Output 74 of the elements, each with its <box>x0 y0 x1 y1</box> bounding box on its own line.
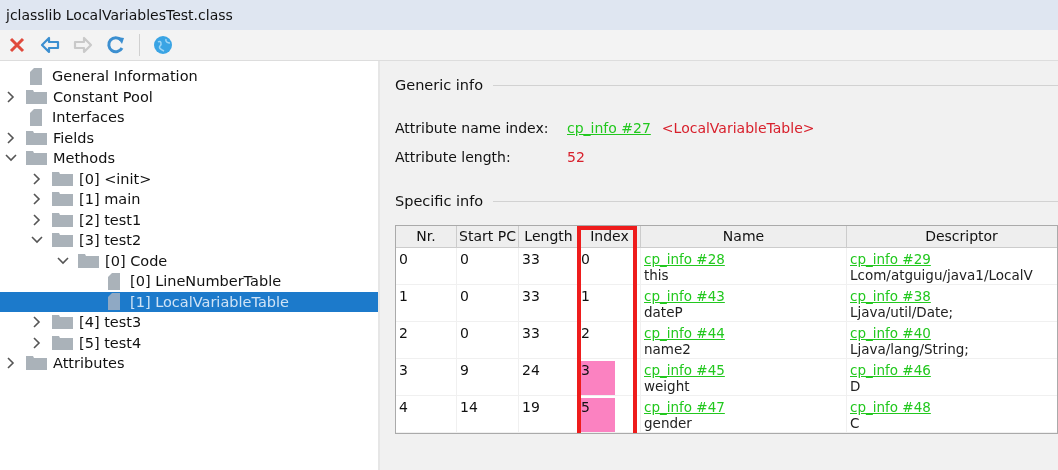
folder-icon <box>52 335 73 350</box>
table-cell-text: this <box>644 267 670 283</box>
table-cell: 3 <box>579 361 615 395</box>
tree-item[interactable]: [1] main <box>0 189 378 210</box>
table-cell-text: 0 <box>580 250 591 269</box>
table-cell: 14 <box>457 396 519 433</box>
table-cell: 19 <box>519 396 579 433</box>
tree-item[interactable]: [3] test2 <box>0 230 378 251</box>
window-title: jclasslib LocalVariablesTest.class <box>6 7 233 23</box>
table-cell: 0 <box>457 322 519 359</box>
table-cell-text: C <box>850 415 861 431</box>
close-icon[interactable] <box>7 35 27 55</box>
folder-icon <box>52 171 73 186</box>
table-cell: 5 <box>579 398 615 432</box>
column-header[interactable]: Length <box>519 226 579 248</box>
tree-item[interactable]: Attributes <box>0 353 378 374</box>
table-cell-text: 2 <box>580 324 591 343</box>
tree-item[interactable]: General Information <box>0 66 378 87</box>
section-title: Generic info <box>395 77 484 93</box>
file-icon <box>108 272 120 290</box>
folder-icon <box>26 151 47 166</box>
table-cell: 24 <box>519 359 579 396</box>
folder-icon <box>26 130 47 145</box>
tree-item[interactable]: Fields <box>0 127 378 148</box>
table-cell: 9 <box>457 359 519 396</box>
table-cell-text: name2 <box>644 341 692 357</box>
tree-item[interactable]: [0] Code <box>0 250 378 271</box>
table-cell-text: D <box>850 378 862 394</box>
table-cell-text: dateP <box>644 304 684 320</box>
tree-item[interactable]: [0] LineNumberTable <box>0 271 378 292</box>
field-label: Attribute length: <box>395 148 512 165</box>
column-header[interactable]: Nr. <box>396 226 457 248</box>
file-icon <box>30 67 42 85</box>
table-cell: 33 <box>519 248 579 285</box>
table-cell-text: weight <box>644 378 691 394</box>
column-header[interactable]: Descriptor <box>847 226 1057 248</box>
folder-icon <box>26 356 47 371</box>
table-cell-text: 1 <box>580 287 591 306</box>
tree-item[interactable]: Constant Pool <box>0 86 378 107</box>
tree-item[interactable]: [2] test1 <box>0 209 378 230</box>
table-cell: 0 <box>396 248 457 285</box>
file-icon <box>108 293 120 311</box>
column-header[interactable]: Start PC <box>457 226 519 248</box>
folder-icon <box>26 89 47 104</box>
table-cell-text: Ljava/util/Date; <box>850 304 955 320</box>
folder-icon <box>52 192 73 207</box>
table-cell: 0 <box>457 248 519 285</box>
table-cell: 2 <box>396 322 457 359</box>
tree-item[interactable]: [5] test4 <box>0 332 378 353</box>
folder-icon <box>52 315 73 330</box>
folder-icon <box>52 233 73 248</box>
tree-item[interactable]: [0] <init> <box>0 168 378 189</box>
file-icon <box>30 108 42 126</box>
field-value: 52 <box>567 148 585 165</box>
field-label: Attribute name index: <box>395 119 550 136</box>
table-cell: 33 <box>519 285 579 322</box>
table-cell: 0 <box>457 285 519 322</box>
tree-item[interactable]: Methods <box>0 148 378 169</box>
table-cell-text: Lcom/atguigu/java1/LocalV <box>850 267 1034 283</box>
field-value: <LocalVariableTable> <box>661 119 815 136</box>
folder-icon <box>78 253 99 268</box>
table-cell: 1 <box>396 285 457 322</box>
table-cell: 33 <box>519 322 579 359</box>
back-arrow-icon[interactable] <box>40 35 60 55</box>
section-title: Specific info <box>395 193 484 209</box>
table-cell: 3 <box>396 359 457 396</box>
table-cell-text: Ljava/lang/String; <box>850 341 970 357</box>
tree-item[interactable]: [4] test3 <box>0 312 378 333</box>
table-cell: 4 <box>396 396 457 433</box>
folder-icon <box>52 212 73 227</box>
tree-item[interactable]: Interfaces <box>0 107 378 128</box>
reload-icon[interactable] <box>106 35 126 55</box>
column-header[interactable]: Name <box>641 226 847 248</box>
table-cell-text: gender <box>644 415 693 431</box>
